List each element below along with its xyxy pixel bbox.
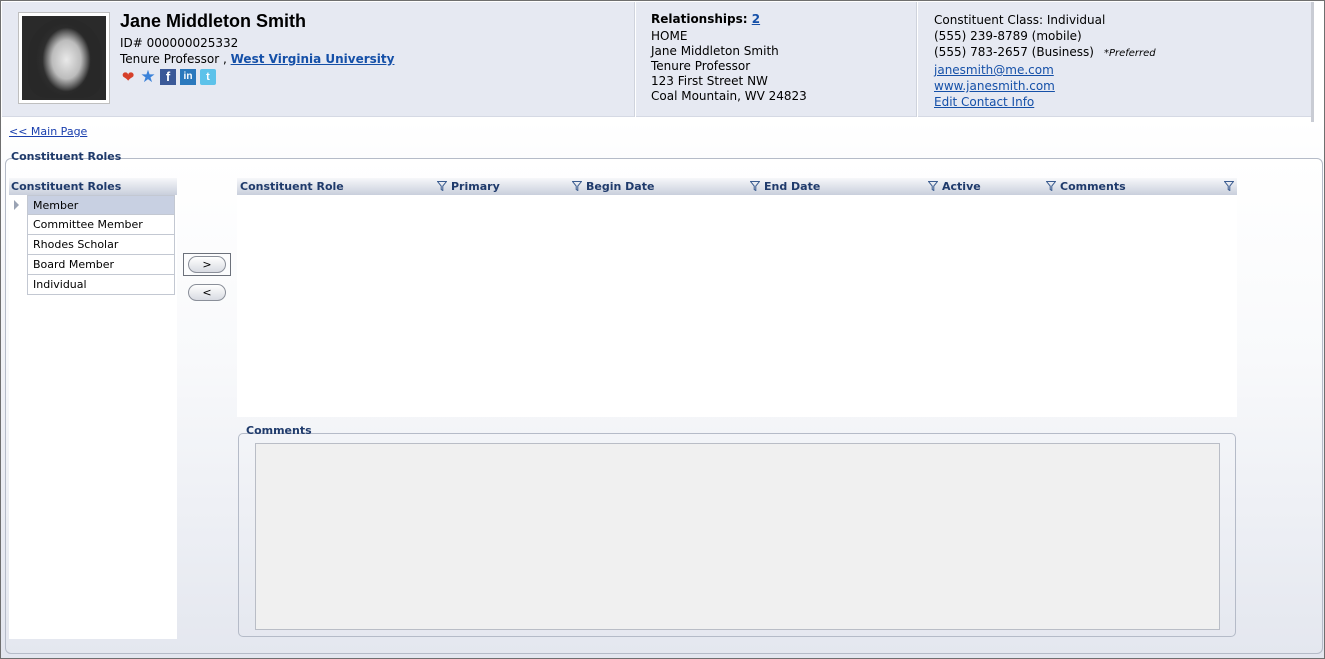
add-role-button[interactable]: > — [188, 256, 226, 273]
filter-icon[interactable] — [1046, 181, 1056, 191]
profile-photo — [18, 12, 110, 104]
preferred-label: *Preferred — [1103, 48, 1156, 59]
address-line: Tenure Professor — [651, 59, 751, 73]
filter-icon[interactable] — [750, 181, 760, 191]
facebook-icon[interactable]: f — [160, 69, 176, 85]
column-header-begin-date[interactable]: Begin Date — [586, 178, 654, 195]
linkedin-icon[interactable]: in — [180, 69, 196, 85]
list-item-label[interactable]: Board Member — [27, 255, 175, 275]
list-item[interactable]: Rhodes Scholar — [9, 235, 177, 255]
social-icons: ❤ ★ f in t — [120, 69, 216, 86]
list-item[interactable]: Board Member — [9, 255, 177, 275]
main-page-link[interactable]: << Main Page — [9, 125, 87, 138]
comments-textarea[interactable] — [255, 443, 1220, 630]
website-link[interactable]: www.janesmith.com — [934, 79, 1055, 93]
list-item-label[interactable]: Member — [27, 195, 175, 215]
contact-info: Constituent Class: Individual (555) 239-… — [934, 12, 1156, 110]
header-divider — [634, 2, 636, 117]
header-edge — [1311, 2, 1314, 122]
filter-icon[interactable] — [437, 181, 447, 191]
remove-role-button[interactable]: < — [188, 284, 226, 301]
heart-icon[interactable]: ❤ — [120, 69, 136, 85]
constituent-id: ID# 000000025332 — [120, 36, 239, 50]
address-line: 123 First Street NW — [651, 74, 768, 88]
list-item-label[interactable]: Committee Member — [27, 215, 175, 235]
column-header-primary[interactable]: Primary — [451, 178, 500, 195]
relationships-heading: Relationships: 2 — [651, 12, 760, 26]
relationships-label: Relationships: — [651, 12, 752, 26]
twitter-icon[interactable]: t — [200, 69, 216, 85]
filter-icon[interactable] — [572, 181, 582, 191]
institution-link[interactable]: West Virginia University — [231, 52, 395, 66]
constituent-title-line: Tenure Professor , West Virginia Univers… — [120, 52, 394, 66]
column-header-role[interactable]: Constituent Role — [240, 178, 344, 195]
column-header-active[interactable]: Active — [942, 178, 981, 195]
address-line: HOME — [651, 29, 688, 43]
roles-list: Constituent Roles Member Committee Membe… — [9, 178, 177, 639]
phone-business-line: (555) 783-2657 (Business) *Preferred — [934, 44, 1156, 62]
app-frame: Jane Middleton Smith ID# 000000025332 Te… — [0, 0, 1325, 659]
list-item-label[interactable]: Rhodes Scholar — [27, 235, 175, 255]
roles-list-header: Constituent Roles — [9, 178, 177, 195]
roles-grid: Constituent Role Primary Begin Date End … — [237, 178, 1237, 417]
header-divider — [916, 2, 918, 117]
address-line: Coal Mountain, WV 24823 — [651, 89, 807, 103]
filter-icon[interactable] — [1224, 181, 1234, 191]
filter-icon[interactable] — [928, 181, 938, 191]
column-header-comments[interactable]: Comments — [1060, 178, 1126, 195]
column-header-end-date[interactable]: End Date — [764, 178, 820, 195]
list-item[interactable]: Committee Member — [9, 215, 177, 235]
address-line: Jane Middleton Smith — [651, 44, 779, 58]
list-item[interactable]: Member — [9, 195, 177, 215]
constituent-class: Constituent Class: Individual — [934, 13, 1106, 27]
list-item[interactable]: Individual — [9, 275, 177, 295]
comments-label: Comments — [246, 424, 312, 437]
relationships-count-link[interactable]: 2 — [752, 12, 760, 26]
home-address: HOME Jane Middleton Smith Tenure Profess… — [651, 29, 807, 104]
constituent-title: Tenure Professor , — [120, 52, 231, 66]
phone-mobile: (555) 239-8789 (mobile) — [934, 29, 1082, 43]
star-icon[interactable]: ★ — [140, 69, 156, 86]
grid-header: Constituent Role Primary Begin Date End … — [237, 178, 1237, 195]
row-indicator-icon — [14, 200, 19, 210]
list-item-label[interactable]: Individual — [27, 275, 175, 295]
section-title: Constituent Roles — [11, 150, 122, 163]
constituent-name: Jane Middleton Smith — [120, 11, 307, 31]
email-link[interactable]: janesmith@me.com — [934, 63, 1054, 77]
edit-contact-link[interactable]: Edit Contact Info — [934, 95, 1034, 109]
phone-business: (555) 783-2657 (Business) — [934, 45, 1094, 59]
